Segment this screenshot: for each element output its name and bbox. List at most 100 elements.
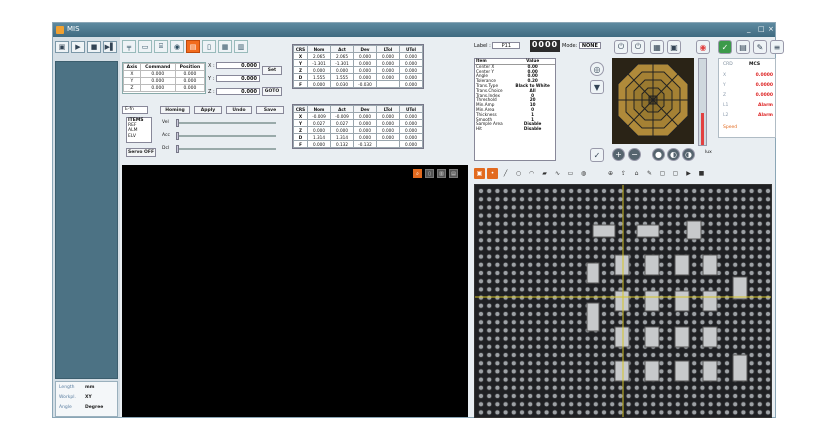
table-row[interactable]: D 1.555 1.555 0.000 0.000 0.000 [293, 73, 423, 81]
graphics-view[interactable]: ⌕ ▯ ▥ ▤ [122, 165, 468, 417]
dcl-track[interactable] [176, 148, 276, 150]
layout-icon[interactable]: ▤ [449, 169, 458, 178]
panel-icon[interactable]: ▤ [736, 40, 750, 54]
camera-icon[interactable]: ◉ [170, 40, 184, 53]
record-icon[interactable]: ◉ [696, 40, 710, 54]
pages-icon[interactable]: ▥ [437, 169, 446, 178]
view-b-icon[interactable]: ▢ [670, 168, 681, 179]
save-button[interactable]: Save [256, 106, 284, 114]
fixture-tool-icon[interactable]: ⌂ [631, 168, 642, 179]
x-input[interactable]: 0.000 [216, 62, 260, 69]
z-input[interactable]: 0.000 [216, 88, 260, 95]
prop-value[interactable]: Disable [510, 126, 555, 132]
table-row[interactable]: Z 0.000 0.000 0.000 0.000 0.000 [293, 126, 423, 134]
zoom-fit-icon[interactable]: ⌕ [413, 169, 422, 178]
filter-icon[interactable]: ▼ [590, 80, 604, 94]
play-icon[interactable]: ▶ [71, 41, 85, 53]
board-hole [707, 278, 714, 284]
focus-icon[interactable]: ● [652, 148, 665, 161]
acc-track[interactable] [176, 135, 276, 137]
target-tool-icon[interactable]: ◎ [590, 62, 604, 76]
table-row[interactable]: Hit Disable [475, 126, 555, 132]
vel-knob[interactable] [176, 119, 179, 127]
check-icon[interactable]: ✓ [590, 148, 604, 162]
table-row[interactable]: X -0.009 -0.009 0.000 0.000 0.000 [293, 112, 423, 120]
light-on-icon[interactable]: ◐ [667, 148, 680, 161]
power-icon[interactable]: ⏻ [614, 40, 628, 54]
camera-view[interactable] [474, 184, 772, 418]
probe-icon[interactable]: ╤ [122, 40, 136, 53]
label-input[interactable]: P11 [492, 42, 521, 49]
zoom-in-icon[interactable]: + [612, 148, 625, 161]
angle-value[interactable]: Degree [85, 405, 103, 410]
items-list[interactable]: ITEMS REF ALM ELV [126, 117, 152, 143]
acc-knob[interactable] [176, 132, 179, 140]
board-hole [650, 188, 657, 194]
table-row[interactable]: X 2.065 2.065 0.000 0.000 0.000 [293, 52, 423, 60]
fixture-icon[interactable]: ⌸ [154, 40, 168, 53]
apply-button[interactable]: Apply [194, 106, 222, 114]
y-input[interactable]: 0.000 [216, 75, 260, 82]
program-tree[interactable] [55, 61, 118, 379]
table-row[interactable]: Y -1.301 -1.301 0.000 0.000 0.000 [293, 59, 423, 67]
table-row[interactable]: F 0.000 0.030 -0.030 0.000 [293, 80, 423, 88]
export-icon[interactable]: ▦ [218, 40, 232, 53]
vel-track[interactable] [176, 122, 276, 124]
servo-off-button[interactable]: Servo OFF [126, 148, 156, 157]
workplane-value[interactable]: XY [85, 395, 92, 400]
upload-icon[interactable]: ⇪ [618, 168, 629, 179]
length-value[interactable]: mm [85, 385, 94, 390]
page-icon[interactable]: ▯ [425, 169, 434, 178]
table-row[interactable]: D 1.314 1.314 0.000 0.000 0.000 [293, 133, 423, 141]
crosshair-icon[interactable]: ⊕ [605, 168, 616, 179]
light-off-icon[interactable]: ◑ [682, 148, 695, 161]
point-tool-icon[interactable]: • [487, 168, 498, 179]
table-row[interactable]: Z 0.000 0.000 0.000 0.000 0.000 [293, 66, 423, 74]
stage-icon[interactable]: ▭ [138, 40, 152, 53]
stop-icon[interactable]: ■ [87, 41, 101, 53]
zoom-out-icon[interactable]: − [628, 148, 641, 161]
mode-select[interactable]: E-fn [122, 106, 148, 114]
pattern-tool-icon[interactable]: ◍ [578, 168, 589, 179]
goto-button[interactable]: GOTO [262, 87, 282, 96]
slot-tool-icon[interactable]: ▰ [539, 168, 550, 179]
table-row[interactable]: Y 0.027 0.027 0.000 0.000 0.000 [293, 119, 423, 127]
view-a-icon[interactable]: ▢ [657, 168, 668, 179]
set-button[interactable]: Set [262, 66, 282, 75]
video-icon[interactable]: ▶ [683, 168, 694, 179]
table-cell: 0.000 [376, 126, 400, 134]
circle-tool-icon[interactable]: ○ [513, 168, 524, 179]
skip-icon[interactable]: ▶▌ [103, 41, 117, 53]
board-hole [494, 335, 501, 342]
close-button[interactable]: × [768, 25, 774, 33]
doc-icon[interactable]: ▯ [202, 40, 216, 53]
light-intensity-bar[interactable] [698, 58, 707, 146]
light-ring-display[interactable] [612, 58, 694, 144]
edit-icon[interactable]: ✎ [753, 40, 767, 54]
pen-tool-icon[interactable]: ✎ [644, 168, 655, 179]
record-video-icon[interactable]: ■ [696, 168, 707, 179]
undo-button[interactable]: Undo [226, 106, 252, 114]
select-tool-icon[interactable]: ▣ [474, 168, 485, 179]
maximize-button[interactable]: □ [758, 25, 765, 33]
power-alt-icon[interactable]: ⏻ [631, 40, 645, 54]
print-icon[interactable]: ▥ [234, 40, 248, 53]
green-mode-icon[interactable]: ✓ [718, 40, 732, 54]
board-hole [716, 212, 722, 219]
frame-icon[interactable]: ▣ [667, 40, 681, 54]
board-hole [658, 303, 665, 309]
dcl-knob[interactable] [176, 145, 179, 153]
minimize-button[interactable]: _ [747, 25, 751, 33]
curve-tool-icon[interactable]: ∿ [552, 168, 563, 179]
rect-tool-icon[interactable]: ▭ [565, 168, 576, 179]
list-item[interactable]: ELV [128, 134, 151, 139]
menu-icon[interactable]: ≡ [770, 40, 784, 54]
table-row[interactable]: F 0.000 0.132 -0.132 0.000 [293, 140, 423, 148]
lock-icon[interactable]: ▣ [55, 41, 69, 53]
mode-dropdown[interactable]: NONE [578, 42, 601, 49]
light-icon[interactable]: ▤ [186, 40, 200, 53]
homing-button[interactable]: Homing [160, 106, 190, 114]
grid-icon[interactable]: ▦ [650, 40, 664, 54]
line-tool-icon[interactable]: ╱ [500, 168, 511, 179]
arc-tool-icon[interactable]: ◠ [526, 168, 537, 179]
